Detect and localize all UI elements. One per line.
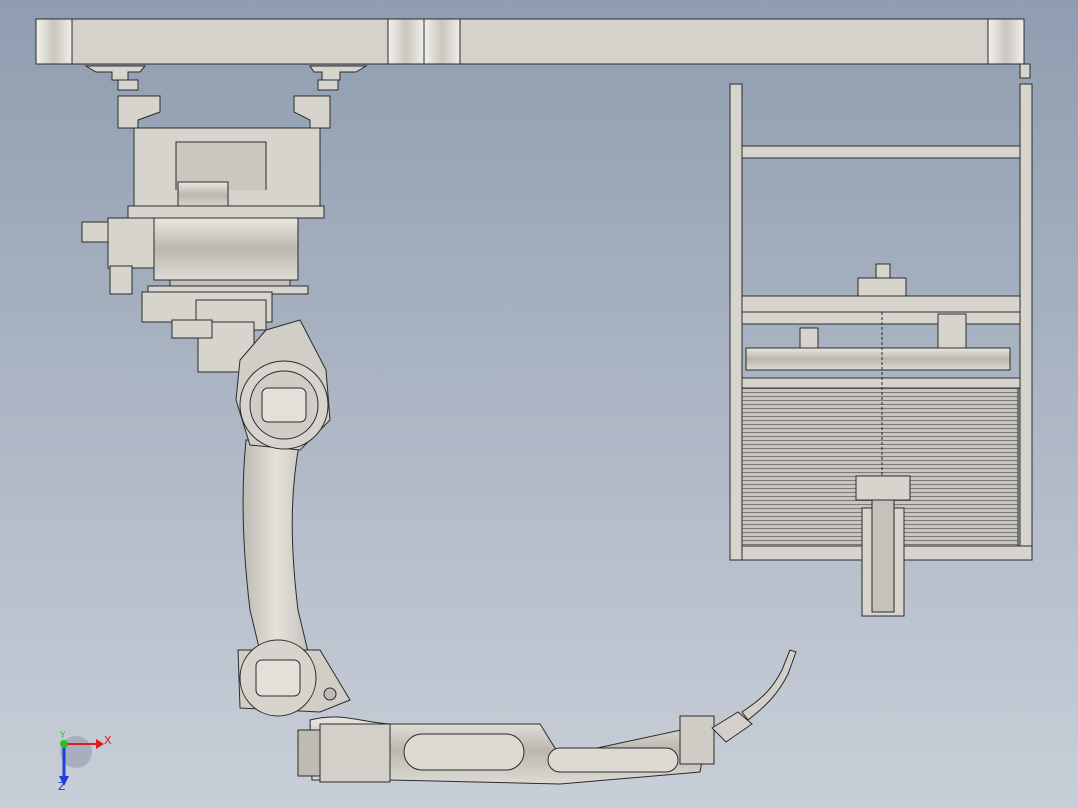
hanger-brackets	[84, 63, 1031, 129]
x-axis-arrowhead	[96, 739, 104, 749]
y-axis-dot	[60, 740, 68, 748]
cad-viewport[interactable]: X Y Z	[0, 0, 1078, 808]
positioner-frame	[729, 83, 1033, 617]
coordinate-triad: X Y Z	[58, 731, 112, 793]
x-axis-label: X	[104, 734, 112, 747]
overhead-beam	[35, 18, 1025, 65]
cad-drawing: X Y Z	[35, 18, 1033, 793]
y-axis-label: Y	[59, 731, 66, 741]
z-axis-label: Z	[58, 780, 66, 793]
robot-forearm	[297, 715, 715, 785]
robot-elbow	[237, 639, 351, 717]
welding-torch	[711, 649, 797, 743]
robot-lower-arm	[235, 319, 331, 661]
